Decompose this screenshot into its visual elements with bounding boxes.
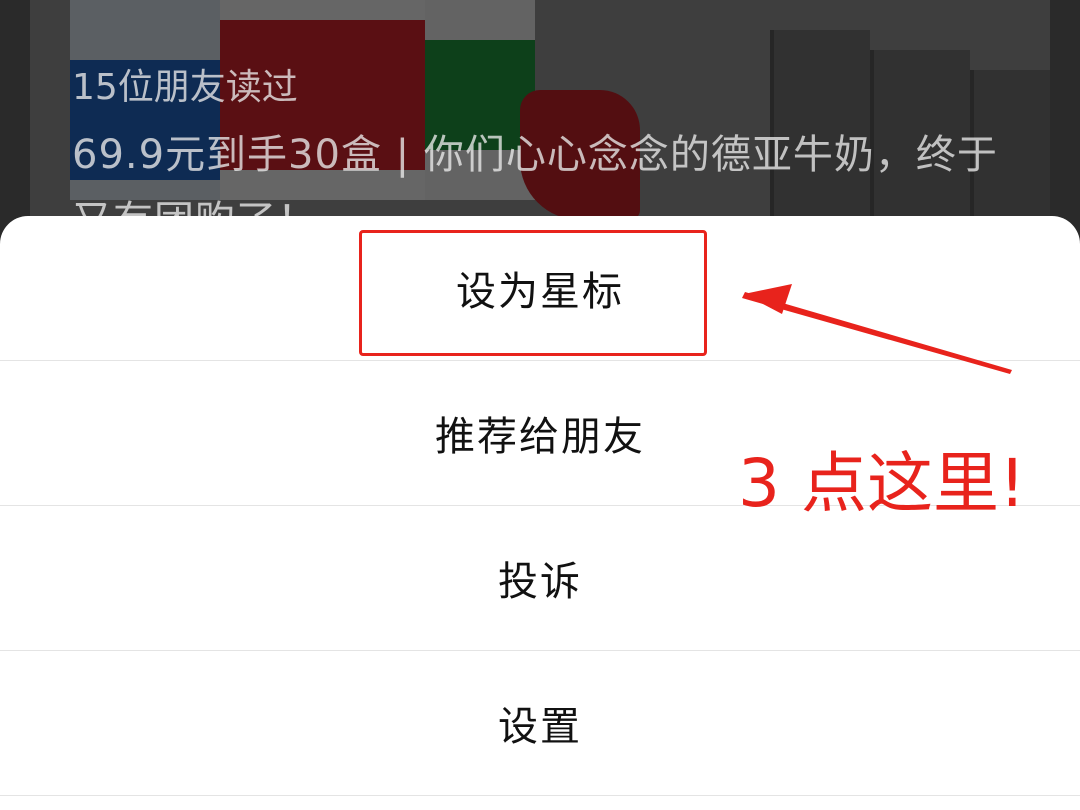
settings-button[interactable]: 设置 bbox=[0, 651, 1080, 796]
set-star-label: 设为星标 bbox=[456, 269, 624, 315]
annotation-text: 3 点这里! bbox=[738, 445, 1026, 522]
settings-label: 设置 bbox=[498, 704, 582, 750]
complain-label: 投诉 bbox=[498, 559, 582, 605]
read-count: 15位朋友读过 bbox=[72, 67, 298, 108]
article-card-background: 15位朋友读过 69.9元到手30盒 | 你们心心念念的德亚牛奶，终于又有团购了… bbox=[30, 0, 1050, 240]
complain-button[interactable]: 投诉 bbox=[0, 506, 1080, 651]
recommend-to-friend-label: 推荐给朋友 bbox=[435, 414, 645, 460]
arrow-icon bbox=[742, 284, 1012, 374]
